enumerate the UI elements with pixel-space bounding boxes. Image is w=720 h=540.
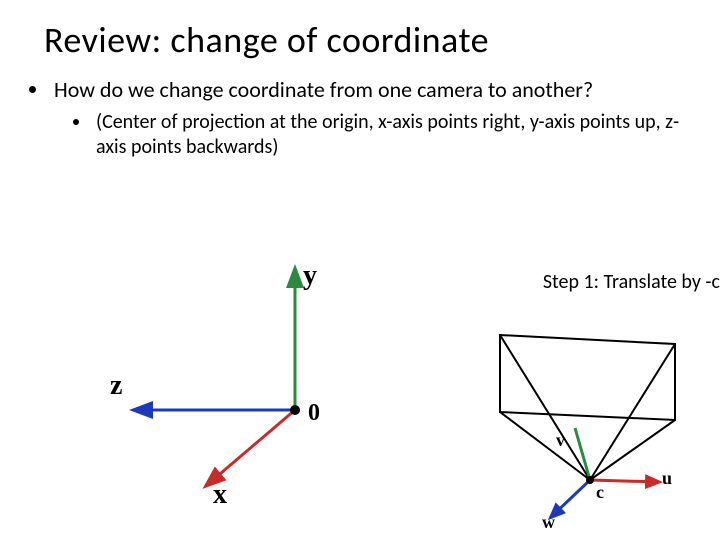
z-axis-label: z (110, 370, 122, 402)
camera-center-dot-icon (586, 476, 594, 484)
frustum-edge-icon (590, 344, 675, 480)
x-axis-label: x (213, 479, 227, 511)
frustum-edge-icon (500, 335, 590, 480)
origin-label: 0 (308, 400, 320, 427)
c-label: c (596, 482, 604, 503)
x-axis-icon (207, 410, 295, 485)
frustum-edge-icon (500, 412, 590, 480)
v-axis-label: v (556, 430, 565, 451)
axes-diagram: y z x 0 (90, 260, 410, 520)
w-axis-icon (550, 480, 590, 518)
axes-svg (90, 260, 410, 520)
bullet-list: How do we change coordinate from one cam… (0, 62, 720, 160)
step-caption: Step 1: Translate by -c (543, 270, 720, 294)
slide-title: Review: change of coordinate (0, 0, 720, 62)
v-axis-icon (575, 428, 590, 480)
camera-svg (460, 330, 720, 530)
u-axis-label: u (662, 468, 672, 489)
origin-dot-icon (290, 405, 300, 415)
y-axis-label: y (303, 260, 317, 292)
w-axis-label: w (542, 512, 555, 533)
bullet-nested-list: (Center of projection at the origin, x-a… (54, 104, 680, 160)
bullet-question: How do we change coordinate from one cam… (50, 76, 680, 160)
bullet-subnote: (Center of projection at the origin, x-a… (92, 110, 680, 160)
camera-diagram: v u c w (460, 330, 720, 530)
diagram-area: y z x 0 Step 1: Translate by -c (0, 260, 720, 540)
bullet-question-text: How do we change coordinate from one cam… (54, 76, 593, 103)
